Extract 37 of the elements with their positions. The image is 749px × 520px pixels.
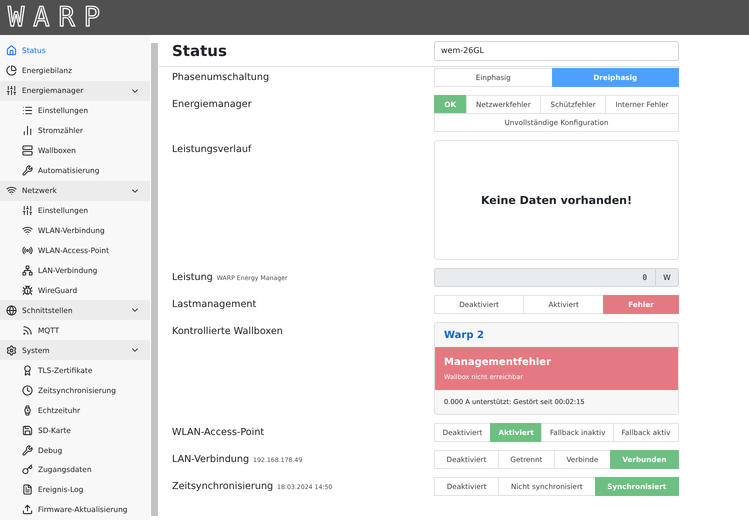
logo: WARP (8, 4, 110, 31)
row-label: Kontrollierte Wallboxen (172, 326, 283, 337)
device-name-field[interactable]: wem-26GL (434, 40, 679, 60)
server-icon (22, 145, 33, 156)
row-label: Energiemanager (172, 99, 252, 110)
network-icon (22, 264, 33, 276)
row-label: Leistung (172, 272, 213, 283)
row-label: Phasenumschaltung (172, 72, 270, 83)
watch-icon (22, 404, 33, 416)
clock-icon (22, 384, 33, 396)
globe-icon (6, 304, 17, 316)
settings-icon (6, 344, 17, 356)
bar-chart-icon (22, 125, 33, 136)
wrench-icon (22, 165, 33, 176)
upload-icon (22, 504, 33, 516)
row-label: Zeitsynchronisierung (172, 481, 274, 492)
document-icon (22, 484, 33, 496)
home-icon (6, 45, 17, 56)
wrench-icon (22, 444, 33, 456)
alert-title: Managementfehler (444, 357, 552, 368)
bug-icon (22, 284, 33, 296)
page-title: Status (172, 42, 227, 60)
sliders-icon (6, 85, 17, 96)
award-icon (22, 364, 33, 376)
row-label: LAN-Verbindung (172, 454, 250, 465)
list-icon (22, 105, 33, 116)
rss-icon (22, 324, 33, 336)
row-label: Lastmanagement (172, 299, 256, 310)
pie-chart-icon (6, 65, 17, 76)
no-data-message: Keine Daten vorhanden! (480, 194, 632, 206)
row-label: Leistungsverlauf (172, 144, 252, 155)
scrollbar[interactable] (151, 43, 158, 516)
radio-icon (22, 245, 33, 256)
key-icon (22, 464, 33, 476)
wallbox-title[interactable]: Warp 2 (444, 330, 484, 341)
row-label: WLAN-Access-Point (172, 427, 264, 438)
sliders-icon (22, 205, 33, 216)
